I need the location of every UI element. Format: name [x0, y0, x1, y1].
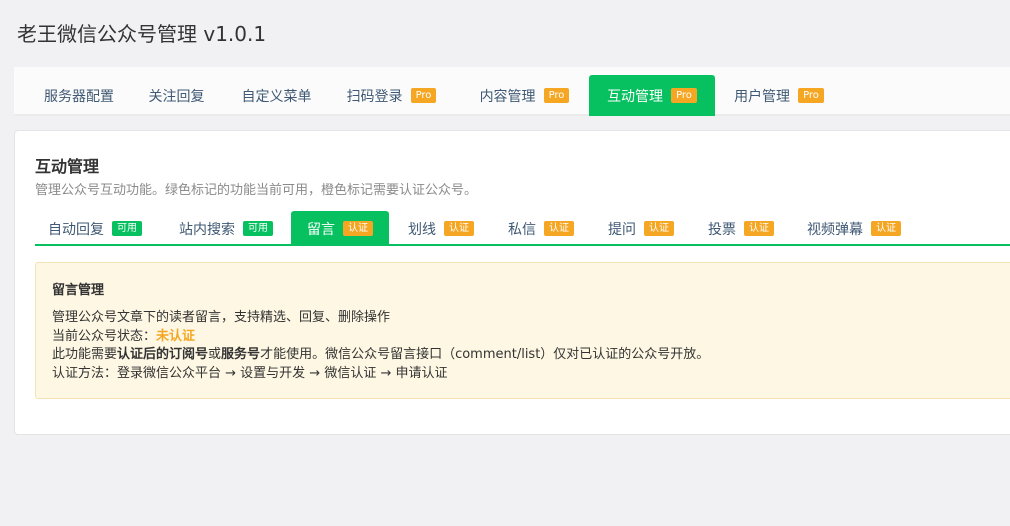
subtab-comments[interactable]: 留言 认证	[291, 211, 389, 246]
tab-label: 扫码登录	[346, 88, 403, 105]
tab-custom-menu[interactable]: 自定义菜单	[229, 75, 324, 116]
tab-label: 互动管理	[607, 88, 664, 105]
top-nav: 服务器配置 关注回复 自定义菜单 扫码登录 Pro 内容管理 Pro 互动管理 …	[14, 67, 1010, 116]
certified-badge: 认证	[644, 221, 674, 236]
notice-status: 当前公众号状态：未认证	[52, 328, 998, 347]
subtab-highlight[interactable]: 划线 认证	[403, 211, 479, 246]
tab-label: 内容管理	[479, 88, 536, 105]
interaction-card: 互动管理 管理公众号互动功能。绿色标记的功能当前可用，橙色标记需要认证公众号。 …	[14, 130, 1010, 435]
certified-badge: 认证	[544, 221, 574, 236]
subtab-auto-reply[interactable]: 自动回复 可用	[45, 211, 145, 246]
tab-label: 用户管理	[734, 88, 791, 105]
certified-badge: 认证	[871, 221, 901, 236]
tab-label: 关注回复	[148, 88, 205, 105]
subtab-private-message[interactable]: 私信 认证	[502, 211, 580, 246]
pro-badge: Pro	[410, 88, 437, 103]
requirement-or: 或	[208, 347, 222, 362]
subtab-label: 留言	[307, 221, 335, 238]
status-value: 未认证	[156, 328, 196, 344]
notice-box: 留言管理 管理公众号文章下的读者留言，支持精选、回复、删除操作 当前公众号状态：…	[35, 262, 1010, 399]
notice-method: 认证方法：登录微信公众平台 → 设置与开发 → 微信认证 → 申请认证	[52, 365, 448, 381]
notice-description: 管理公众号文章下的读者留言，支持精选、回复、删除操作	[52, 310, 391, 325]
tab-interaction-management[interactable]: 互动管理 Pro	[589, 75, 715, 116]
notice-title: 留言管理	[52, 283, 105, 298]
pro-badge: Pro	[671, 88, 697, 103]
subtab-label: 视频弹幕	[807, 221, 863, 238]
requirement-service: 服务号	[221, 347, 261, 362]
notice-requirement: 此功能需要认证后的订阅号或服务号才能使用。微信公众号留言接口（comment/l…	[52, 346, 998, 365]
card-title: 互动管理	[35, 157, 100, 176]
tab-qr-login[interactable]: 扫码登录 Pro	[339, 75, 444, 116]
sub-tabs: 自动回复 可用 站内搜索 可用 留言 认证 划线 认证 私信 认证 提问 认证 …	[35, 209, 1010, 246]
tab-user-management[interactable]: 用户管理 Pro	[724, 75, 834, 116]
pro-badge: Pro	[798, 88, 824, 103]
subtab-label: 自动回复	[48, 221, 104, 238]
subtab-label: 提问	[608, 221, 636, 238]
tab-label: 服务器配置	[44, 88, 114, 105]
subtab-video-danmaku[interactable]: 视频弹幕 认证	[803, 211, 905, 246]
subtab-site-search[interactable]: 站内搜索 可用	[175, 211, 277, 246]
subtab-label: 站内搜索	[179, 221, 235, 238]
subtab-label: 私信	[508, 221, 536, 238]
certified-badge: 认证	[343, 221, 373, 236]
pro-badge: Pro	[543, 88, 570, 103]
available-badge: 可用	[243, 221, 273, 236]
app-title: 老王微信公众号管理 v1.0.1	[17, 22, 267, 46]
tab-content-management[interactable]: 内容管理 Pro	[467, 75, 582, 116]
requirement-subscription: 认证后的订阅号	[117, 347, 209, 362]
subtab-label: 投票	[708, 221, 736, 238]
available-badge: 可用	[112, 221, 142, 236]
requirement-tail: 才能使用。微信公众号留言接口（comment/list）仅对已认证的公众号开放。	[260, 347, 710, 362]
subtab-voting[interactable]: 投票 认证	[702, 211, 780, 246]
requirement-text: 此功能需要	[52, 347, 118, 362]
tab-server-config[interactable]: 服务器配置	[24, 75, 134, 116]
certified-badge: 认证	[444, 221, 474, 236]
tab-follow-reply[interactable]: 关注回复	[134, 75, 219, 116]
status-label: 当前公众号状态：	[52, 328, 157, 344]
subtab-label: 划线	[408, 221, 436, 238]
card-description: 管理公众号互动功能。绿色标记的功能当前可用，橙色标记需要认证公众号。	[35, 183, 478, 198]
certified-badge: 认证	[744, 221, 774, 236]
tab-label: 自定义菜单	[241, 88, 312, 105]
subtab-questions[interactable]: 提问 认证	[602, 211, 680, 246]
